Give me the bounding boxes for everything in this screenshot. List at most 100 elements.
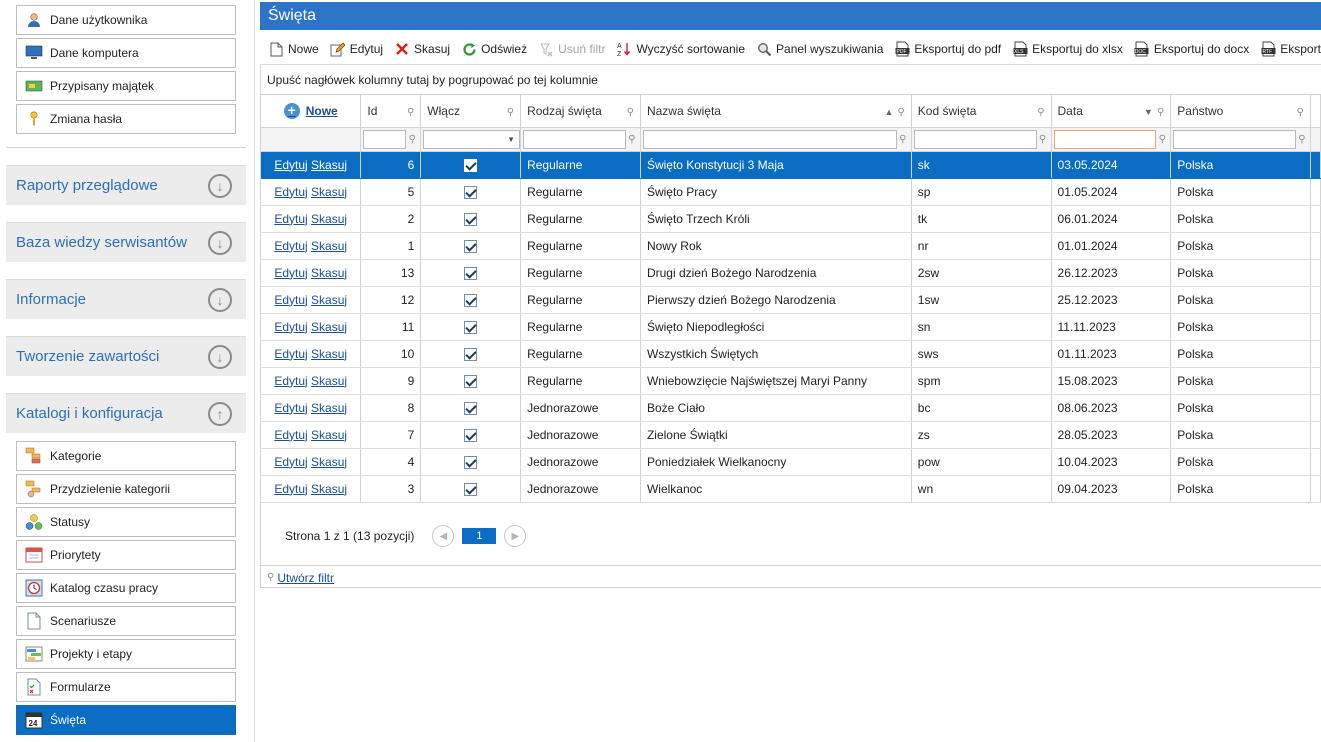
filter-pin-icon[interactable]: ⚲: [1297, 107, 1304, 118]
row-delete-link[interactable]: Skasuj: [311, 239, 347, 253]
column-header-type[interactable]: Rodzaj święta ⚲: [520, 95, 641, 128]
sidebar-button-3[interactable]: Przypisany majątek: [16, 71, 236, 101]
export-pdf-button[interactable]: PDF Eksportuj do pdf: [894, 41, 1001, 57]
edit-button[interactable]: Edytuj: [330, 41, 383, 57]
filter-pin-icon[interactable]: ⚲: [1037, 107, 1044, 118]
filter-pin-icon[interactable]: ⚲: [1037, 134, 1049, 145]
search-panel-button[interactable]: Panel wyszukiwania: [756, 41, 883, 57]
section-header-3[interactable]: Informacje ↓: [6, 279, 246, 319]
filter-input-id[interactable]: [363, 129, 407, 149]
filter-input-code[interactable]: [913, 129, 1037, 149]
row-delete-link[interactable]: Skasuj: [311, 212, 347, 226]
row-delete-link[interactable]: Skasuj: [311, 374, 347, 388]
chevron-down-icon[interactable]: ▼: [504, 135, 518, 144]
filter-input-date[interactable]: [1053, 129, 1157, 149]
config-item-4[interactable]: Priorytety: [16, 540, 236, 570]
enabled-checkbox[interactable]: [464, 428, 478, 442]
export-docx-button[interactable]: DOC Eksportuj do docx: [1134, 41, 1249, 57]
row-edit-link[interactable]: Edytuj: [274, 374, 307, 388]
row-edit-link[interactable]: Edytuj: [274, 266, 307, 280]
filter-pin-icon[interactable]: ⚲: [1156, 134, 1168, 145]
row-edit-link[interactable]: Edytuj: [274, 455, 307, 469]
section-header-4[interactable]: Tworzenie zawartości ↓: [6, 336, 246, 376]
filter-pin-icon[interactable]: ⚲: [507, 107, 514, 118]
table-row[interactable]: Edytuj Skasuj 3 Jednorazowe Wielkanoc wn 09.0…: [261, 475, 1321, 503]
row-delete-link[interactable]: Skasuj: [311, 482, 347, 496]
enabled-checkbox[interactable]: [464, 455, 478, 469]
config-item-2[interactable]: Przydzielenie kategorii: [16, 474, 236, 504]
enabled-checkbox[interactable]: [464, 482, 478, 496]
delete-button[interactable]: Skasuj: [394, 41, 450, 57]
row-edit-link[interactable]: Edytuj: [274, 239, 307, 253]
clear-sort-button[interactable]: AZ Wyczyść sortowanie: [616, 41, 745, 57]
row-delete-link[interactable]: Skasuj: [311, 347, 347, 361]
table-row[interactable]: Edytuj Skasuj 9 Regularne Wniebowzięcie Naj…: [261, 367, 1321, 395]
enabled-checkbox[interactable]: [464, 212, 478, 226]
table-row[interactable]: Edytuj Skasuj 8 Jednorazowe Boże Ciało bc 08.…: [261, 394, 1321, 422]
export-more-button[interactable]: RTF Eksportuj: [1260, 41, 1321, 57]
filter-input-country[interactable]: [1173, 129, 1296, 149]
config-item-1[interactable]: Kategorie: [16, 441, 236, 471]
filter-input-name[interactable]: [642, 129, 897, 149]
export-xlsx-button[interactable]: XLS Eksportuj do xlsx: [1012, 41, 1123, 57]
enabled-checkbox[interactable]: [464, 185, 478, 199]
section-header-5[interactable]: Katalogi i konfiguracja ↑: [6, 393, 246, 433]
row-edit-link[interactable]: Edytuj: [274, 158, 307, 172]
enabled-checkbox[interactable]: [464, 239, 478, 253]
prev-page-button[interactable]: ◀: [432, 525, 455, 547]
filter-pin-icon[interactable]: ⚲: [627, 107, 634, 118]
enabled-checkbox[interactable]: [464, 266, 478, 280]
enabled-checkbox[interactable]: [464, 374, 478, 388]
row-delete-link[interactable]: Skasuj: [311, 158, 347, 172]
table-row[interactable]: Edytuj Skasuj 7 Jednorazowe Zielone Świątki…: [261, 421, 1321, 449]
table-row[interactable]: Edytuj Skasuj 5 Regularne Święto Pracy sp 01.…: [261, 178, 1321, 206]
column-header-id[interactable]: Id ⚲: [360, 95, 422, 128]
row-delete-link[interactable]: Skasuj: [311, 320, 347, 334]
column-header-enabled[interactable]: Włącz ⚲: [420, 95, 522, 128]
row-delete-link[interactable]: Skasuj: [311, 185, 347, 199]
filter-pin-icon[interactable]: ⚲: [1157, 107, 1164, 118]
row-edit-link[interactable]: Edytuj: [274, 347, 307, 361]
filter-pin-icon[interactable]: ⚲: [626, 134, 638, 145]
table-row[interactable]: Edytuj Skasuj 13 Regularne Drugi dzień Boże…: [261, 259, 1321, 287]
filter-input-type[interactable]: [523, 129, 626, 149]
create-filter-link[interactable]: Utwórz filtr: [277, 571, 334, 585]
filter-pin-icon[interactable]: ⚲: [1296, 134, 1308, 145]
row-edit-link[interactable]: Edytuj: [274, 428, 307, 442]
table-row[interactable]: Edytuj Skasuj 10 Regularne Wszystkich Święt…: [261, 340, 1321, 368]
config-item-7[interactable]: Projekty i etapy: [16, 639, 236, 669]
column-header-country[interactable]: Państwo ⚲: [1170, 95, 1311, 128]
filter-pin-icon[interactable]: ⚲: [897, 134, 909, 145]
table-row[interactable]: Edytuj Skasuj 1 Regularne Nowy Rok nr 01.01.2…: [261, 232, 1321, 260]
enabled-checkbox[interactable]: [464, 320, 478, 334]
table-row[interactable]: Edytuj Skasuj 2 Regularne Święto Trzech Kró…: [261, 205, 1321, 233]
row-delete-link[interactable]: Skasuj: [311, 401, 347, 415]
sidebar-button-4[interactable]: Zmiana hasła: [16, 104, 236, 134]
group-drop-zone[interactable]: Upuść nagłówek kolumny tutaj by pogrupow…: [260, 64, 1321, 94]
refresh-button[interactable]: Odśwież: [461, 41, 527, 57]
config-item-9[interactable]: 24 Święta: [16, 705, 236, 735]
table-row[interactable]: Edytuj Skasuj 6 Regularne Święto Konstytucj…: [261, 151, 1321, 179]
row-edit-link[interactable]: Edytuj: [274, 293, 307, 307]
row-delete-link[interactable]: Skasuj: [311, 455, 347, 469]
clear-filter-button[interactable]: Usuń filtr: [538, 41, 605, 57]
config-item-8[interactable]: Formularze: [16, 672, 236, 702]
filter-pin-icon[interactable]: ⚲: [407, 107, 414, 118]
section-header-2[interactable]: Baza wiedzy serwisantów ↓: [6, 222, 246, 262]
filter-pin-icon[interactable]: ⚲: [406, 134, 418, 145]
sidebar-button-1[interactable]: Dane użytkownika: [16, 5, 236, 35]
table-row[interactable]: Edytuj Skasuj 4 Jednorazowe Poniedziałek Wi…: [261, 448, 1321, 476]
sidebar-button-2[interactable]: Dane komputera: [16, 38, 236, 68]
enabled-checkbox[interactable]: [464, 401, 478, 415]
column-header-date[interactable]: Data ▼ ⚲: [1051, 95, 1172, 128]
enabled-checkbox[interactable]: [464, 293, 478, 307]
row-edit-link[interactable]: Edytuj: [274, 185, 307, 199]
next-page-button[interactable]: ▶: [504, 525, 527, 547]
row-delete-link[interactable]: Skasuj: [311, 428, 347, 442]
enabled-checkbox[interactable]: [464, 347, 478, 361]
table-row[interactable]: Edytuj Skasuj 12 Regularne Pierwszy dzień B…: [261, 286, 1321, 314]
row-delete-link[interactable]: Skasuj: [311, 266, 347, 280]
table-row[interactable]: Edytuj Skasuj 11 Regularne Święto Niepodleg…: [261, 313, 1321, 341]
row-edit-link[interactable]: Edytuj: [274, 212, 307, 226]
row-edit-link[interactable]: Edytuj: [274, 401, 307, 415]
